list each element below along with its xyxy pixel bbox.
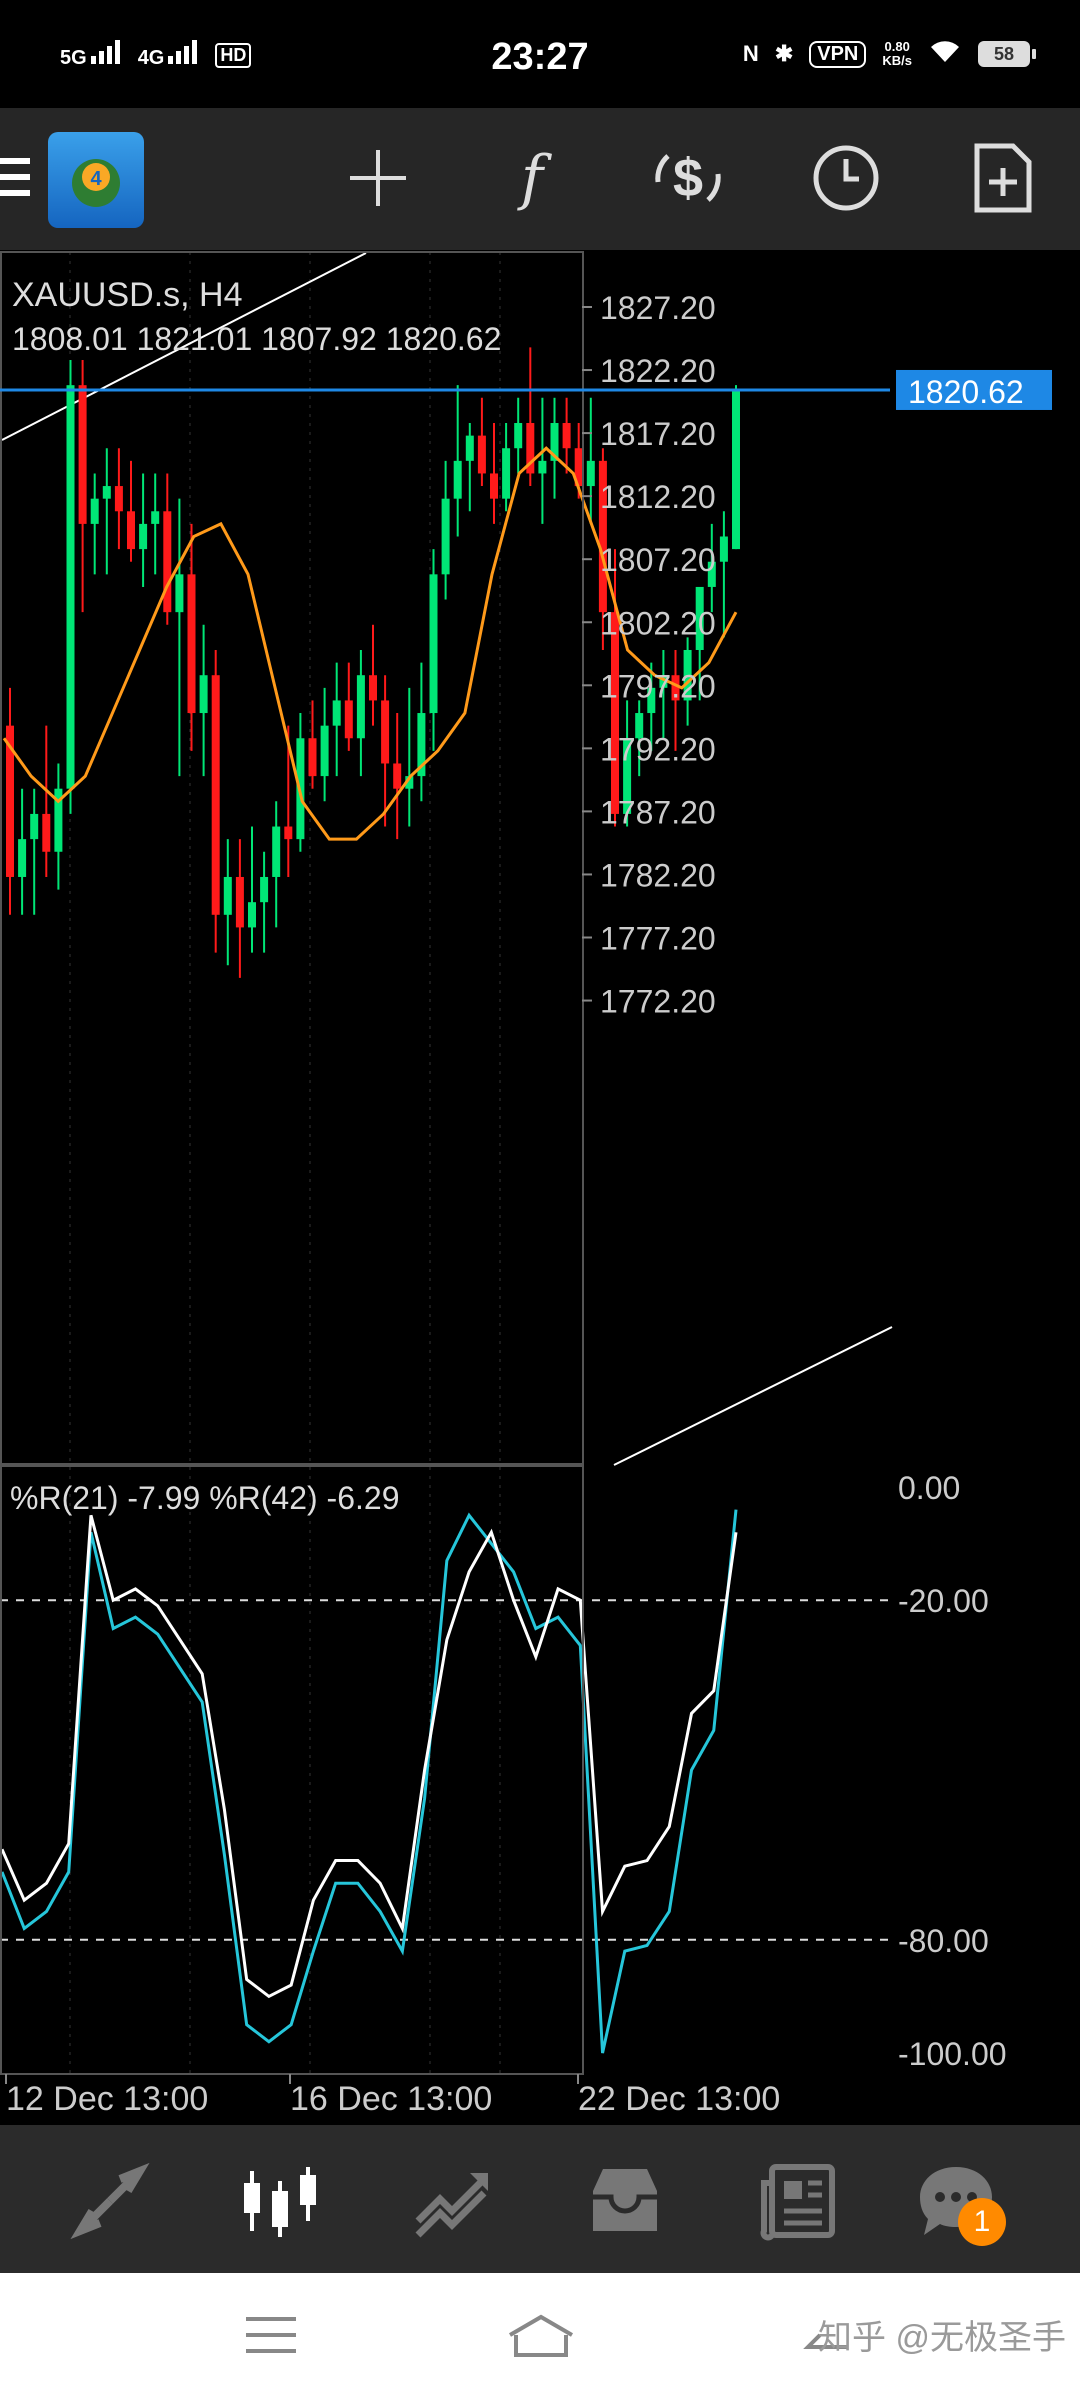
- price-chart[interactable]: 0.00 -20.00 -80.00 -100.00 1827.20 1822.20 18…: [0, 250, 1080, 2130]
- messages-badge: 1: [958, 2198, 1006, 2246]
- candle-body: [102, 486, 111, 499]
- vpn-badge: VPN: [809, 40, 867, 68]
- time-axis-label: 22 Dec 13:00: [578, 2080, 780, 2118]
- ohlc-label: 1808.01 1821.01 1807.92 1820.62: [12, 321, 501, 357]
- status-bar: 5G 4G HD 23:27 N ✱ VPN 0.80 KB/s 58: [0, 0, 1080, 108]
- candle-body: [369, 675, 377, 701]
- current-price-label: 1820.62: [908, 374, 1024, 410]
- candle-body: [187, 574, 196, 714]
- home-icon[interactable]: [506, 2313, 576, 2364]
- candle-body: [235, 876, 244, 928]
- symbol-label: XAUUSD.s, H4: [12, 276, 243, 314]
- new-order-icon[interactable]: [955, 130, 1051, 226]
- oscillator-tick-label: -80.00: [898, 1923, 989, 1959]
- candle-body: [332, 700, 341, 726]
- candle-body: [611, 612, 619, 814]
- price-tick-label: 1777.20: [600, 921, 716, 957]
- candle-body: [127, 511, 135, 550]
- candle-body: [151, 511, 160, 524]
- price-tick-label: 1812.20: [600, 479, 716, 515]
- candle-body: [320, 725, 329, 777]
- app-logo-icon[interactable]: 4: [48, 132, 144, 228]
- menu-icon[interactable]: [0, 158, 30, 206]
- tab-history-icon[interactable]: [585, 2161, 665, 2241]
- candle-body: [562, 423, 571, 449]
- candle-body: [441, 498, 450, 575]
- recent-apps-icon[interactable]: [246, 2315, 296, 2360]
- price-tick-label: 1827.20: [600, 290, 716, 326]
- candle-body: [490, 473, 498, 499]
- tab-news-icon[interactable]: [758, 2161, 838, 2241]
- candle-body: [78, 385, 87, 524]
- candle-body: [30, 813, 39, 840]
- oscillator-label: %R(21) -7.99 %R(42) -6.29: [10, 1480, 399, 1516]
- bluetooth-icon: ✱: [774, 41, 794, 66]
- candle-body: [42, 813, 51, 852]
- candle-body: [199, 675, 208, 714]
- status-right: N ✱ VPN 0.80 KB/s 58: [742, 38, 1036, 70]
- candle-body: [393, 763, 402, 789]
- tab-trade-icon[interactable]: [412, 2161, 492, 2241]
- candle-body: [211, 675, 220, 915]
- price-tick-label: 1772.20: [600, 984, 716, 1020]
- candle-body: [429, 574, 438, 714]
- svg-text:4: 4: [90, 168, 102, 190]
- candle-body: [260, 876, 269, 903]
- candle-body: [175, 574, 184, 613]
- candle-body: [139, 523, 148, 550]
- candle-body: [248, 902, 256, 928]
- price-tick-label: 1802.20: [600, 605, 716, 641]
- clock-icon[interactable]: [798, 130, 894, 226]
- candle-body: [163, 511, 172, 613]
- tab-chart-icon[interactable]: [240, 2161, 320, 2241]
- candle-body: [465, 435, 474, 461]
- price-tick-label: 1822.20: [600, 353, 716, 389]
- candle-body: [223, 876, 232, 915]
- battery-icon: 58: [978, 41, 1036, 67]
- candle-body: [284, 826, 293, 840]
- candle-body: [90, 498, 99, 524]
- candle-body: [586, 460, 595, 487]
- candle-body: [356, 675, 365, 739]
- tab-quotes-icon[interactable]: [70, 2161, 150, 2241]
- candle-body: [18, 839, 27, 877]
- top-toolbar: 4 f $: [0, 108, 1080, 250]
- price-tick-label: 1817.20: [600, 416, 716, 452]
- oscillator-tick-label: -20.00: [898, 1583, 989, 1619]
- candle-body: [732, 389, 740, 550]
- oscillator-tick-label: -100.00: [898, 2036, 1007, 2072]
- candle-body: [514, 423, 523, 449]
- candle-body: [719, 536, 728, 562]
- candle-body: [272, 826, 281, 877]
- price-tick-label: 1782.20: [600, 857, 716, 893]
- candle-body: [477, 435, 486, 474]
- candle-body: [381, 700, 390, 764]
- price-tick-label: 1797.20: [600, 668, 716, 704]
- price-tick-label: 1792.20: [600, 731, 716, 767]
- candle-body: [308, 738, 317, 777]
- price-tick-label: 1787.20: [600, 794, 716, 830]
- oscillator-tick-label: 0.00: [898, 1470, 960, 1506]
- watermark: 知乎 @无极圣手: [818, 2319, 1066, 2357]
- candle-body: [538, 460, 547, 474]
- symbol-dollar-icon[interactable]: $: [640, 130, 736, 226]
- candle-body: [453, 460, 462, 499]
- candle-body: [344, 700, 353, 739]
- price-tick-label: 1807.20: [600, 542, 716, 578]
- candle-body: [66, 385, 75, 789]
- time-axis-label: 16 Dec 13:00: [290, 2080, 492, 2118]
- wifi-icon: [928, 38, 962, 70]
- crosshair-icon[interactable]: [330, 130, 426, 226]
- candle-body: [114, 486, 123, 512]
- nfc-icon: N: [742, 41, 759, 66]
- time-axis-label: 12 Dec 13:00: [6, 2080, 208, 2118]
- candle-body: [502, 448, 511, 499]
- bottom-tab-bar: [0, 2125, 1080, 2273]
- network-speed: 0.80 KB/s: [882, 39, 912, 68]
- indicator-f-icon[interactable]: f: [484, 130, 580, 226]
